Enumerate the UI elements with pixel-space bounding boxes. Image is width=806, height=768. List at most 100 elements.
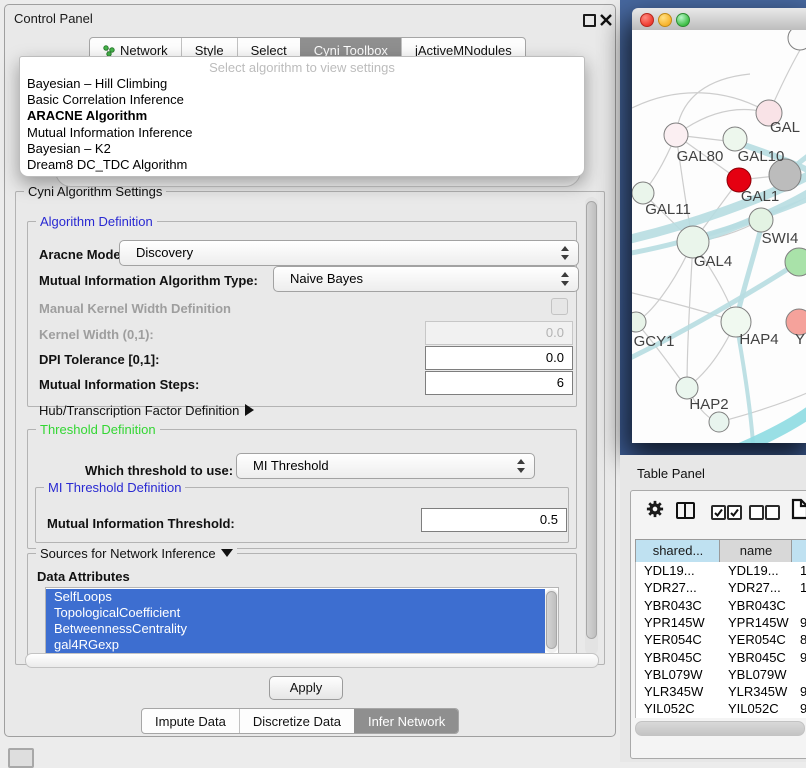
apply-button[interactable]: Apply: [269, 676, 343, 700]
cell-r3-c1[interactable]: YPR145W: [728, 615, 789, 630]
node-label-swi4: SWI4: [762, 230, 799, 247]
node-gal80[interactable]: [664, 123, 688, 147]
cell-r3-c0[interactable]: YPR145W: [644, 615, 705, 630]
minimize-traffic-light-icon[interactable]: [658, 13, 672, 27]
attr-list-scrollbar[interactable]: [545, 589, 558, 653]
attribute-topologicalcoefficient[interactable]: TopologicalCoefficient: [46, 605, 545, 621]
table-panel-title: Table Panel: [637, 466, 705, 481]
window-title: Control Panel: [14, 11, 93, 26]
node-unlabeled[interactable]: [788, 30, 806, 50]
attr-scrollbar-thumb[interactable]: [546, 591, 557, 649]
node-label-gal1: GAL1: [741, 188, 779, 205]
algorithm-option-basic-correlation-inference[interactable]: Basic Correlation Inference: [27, 92, 577, 108]
cell-r8-c2[interactable]: 9: [800, 701, 806, 716]
node-label-gal: GAL: [770, 119, 800, 136]
mi-threshold-legend: MI Threshold Definition: [44, 480, 185, 495]
cell-r0-c0[interactable]: YDL19...: [644, 563, 695, 578]
attribute-selfloops[interactable]: SelfLoops: [46, 589, 545, 605]
stepper-arrows-icon: [561, 272, 569, 286]
cell-r7-c2[interactable]: 9.: [800, 684, 806, 699]
gear-icon[interactable]: [646, 500, 664, 523]
cell-r1-c0[interactable]: YDR27...: [644, 580, 697, 595]
cell-r2-c0[interactable]: YBR043C: [644, 598, 702, 613]
network-icon: [103, 44, 115, 57]
data-attributes-list: SelfLoopsTopologicalCoefficientBetweenne…: [45, 587, 559, 655]
page-icon[interactable]: [791, 498, 806, 525]
columns-icon[interactable]: [676, 502, 695, 519]
cell-r1-c2[interactable]: 12: [800, 580, 806, 595]
dpi-tolerance-field[interactable]: 0.0: [425, 346, 573, 370]
float-window-icon[interactable]: [583, 14, 596, 27]
algorithm-option-mutual-information-inference[interactable]: Mutual Information Inference: [27, 125, 577, 141]
dpi-tolerance-label: DPI Tolerance [0,1]:: [39, 352, 159, 367]
tab-discretize-data[interactable]: Discretize Data: [239, 709, 354, 733]
table-panel: Table Panel sha: [620, 455, 806, 762]
algorithm-option-bayesian-hill-climbing[interactable]: Bayesian – Hill Climbing: [27, 76, 577, 92]
close-window-icon[interactable]: [600, 13, 612, 25]
unchecked-checkbox-icon[interactable]: [765, 505, 780, 520]
cell-r5-c2[interactable]: 9.: [800, 650, 806, 665]
settings-horizontal-scrollbar[interactable]: [25, 653, 599, 668]
aracne-mode-combo[interactable]: Discovery: [119, 240, 579, 266]
cell-r4-c1[interactable]: YER054C: [728, 632, 786, 647]
network-view-window[interactable]: GALGAL80GAL10GAL1GAL11GAL4SWI4GCY1HAP4YH…: [632, 8, 806, 443]
node-swi4[interactable]: [749, 208, 773, 232]
cell-r5-c0[interactable]: YBR045C: [644, 650, 702, 665]
close-traffic-light-icon[interactable]: [640, 13, 654, 27]
which-threshold-combo[interactable]: MI Threshold: [236, 453, 535, 479]
hub-section-toggle[interactable]: Hub/Transcription Factor Definition: [39, 403, 254, 418]
attribute-betweennesscentrality[interactable]: BetweennessCentrality: [46, 621, 545, 637]
cell-r8-c0[interactable]: YIL052C: [644, 701, 695, 716]
mi-threshold-field[interactable]: 0.5: [421, 508, 567, 532]
tab-label: Infer Network: [368, 714, 445, 729]
aracne-mode-label: Aracne Mode:: [39, 247, 125, 262]
checked-checkbox-icon[interactable]: [711, 505, 726, 520]
kernel-width-field[interactable]: 0.0: [425, 321, 573, 345]
cell-r4-c0[interactable]: YER054C: [644, 632, 702, 647]
column-header-name[interactable]: name: [719, 539, 793, 563]
which-threshold-value: MI Threshold: [253, 458, 329, 473]
mi-algorithm-type-combo[interactable]: Naive Bayes: [273, 266, 579, 292]
cell-r7-c0[interactable]: YLR345W: [644, 684, 703, 699]
zoom-traffic-light-icon[interactable]: [676, 13, 690, 27]
node-unlabeled[interactable]: [709, 412, 729, 432]
sources-legend[interactable]: Sources for Network Inference: [36, 546, 237, 561]
cell-r4-c2[interactable]: 8.: [800, 632, 806, 647]
data-attributes-label: Data Attributes: [37, 569, 130, 584]
collapsed-panel-icon[interactable]: [8, 748, 34, 768]
network-window-titlebar[interactable]: [632, 8, 806, 31]
cell-r6-c1[interactable]: YBL079W: [728, 667, 787, 682]
settings-scrollbar-thumb[interactable]: [586, 201, 597, 639]
attribute-gal4rgexp[interactable]: gal4RGexp: [46, 637, 545, 653]
algorithm-option-dream8-dc-tdc-algorithm[interactable]: Dream8 DC_TDC Algorithm: [27, 157, 577, 173]
tab-infer-network[interactable]: Infer Network: [354, 709, 458, 733]
cell-r3-c2[interactable]: 9.: [800, 615, 806, 630]
node-gcy1[interactable]: [632, 312, 646, 332]
settings-vertical-scrollbar[interactable]: [585, 197, 598, 655]
cell-r0-c2[interactable]: 13: [800, 563, 806, 578]
cell-r2-c1[interactable]: YBR043C: [728, 598, 786, 613]
mi-steps-field[interactable]: 6: [425, 371, 573, 395]
cell-r7-c1[interactable]: YLR345W: [728, 684, 787, 699]
cell-r8-c1[interactable]: YIL052C: [728, 701, 779, 716]
node-label-gal11: GAL11: [645, 201, 691, 218]
node-label-hap4: HAP4: [739, 331, 778, 348]
column-header-a[interactable]: A: [791, 539, 806, 563]
tab-impute-data[interactable]: Impute Data: [142, 709, 239, 733]
manual-kernel-checkbox[interactable]: [551, 298, 568, 315]
unchecked-checkbox-icon[interactable]: [749, 505, 764, 520]
checked-checkbox-icon[interactable]: [727, 505, 742, 520]
cell-r1-c1[interactable]: YDR27...: [728, 580, 781, 595]
tab-label: Impute Data: [155, 714, 226, 729]
algorithm-option-aracne-algorithm[interactable]: ARACNE Algorithm: [27, 108, 577, 124]
column-header-shared[interactable]: shared...: [635, 539, 721, 563]
cell-r5-c1[interactable]: YBR045C: [728, 650, 786, 665]
attr-items: SelfLoopsTopologicalCoefficientBetweenne…: [46, 589, 545, 653]
table-horizontal-scrollbar[interactable]: [635, 721, 805, 736]
cell-r0-c1[interactable]: YDL19...: [728, 563, 779, 578]
cell-r6-c0[interactable]: YBL079W: [644, 667, 703, 682]
algorithm-option-bayesian-k2[interactable]: Bayesian – K2: [27, 141, 577, 157]
control-panel-window: Control Panel NetworkStyleSelectCyni Too…: [4, 4, 616, 737]
node-label-gal80: GAL80: [677, 148, 724, 165]
network-canvas[interactable]: GALGAL80GAL10GAL1GAL11GAL4SWI4GCY1HAP4YH…: [632, 30, 806, 443]
